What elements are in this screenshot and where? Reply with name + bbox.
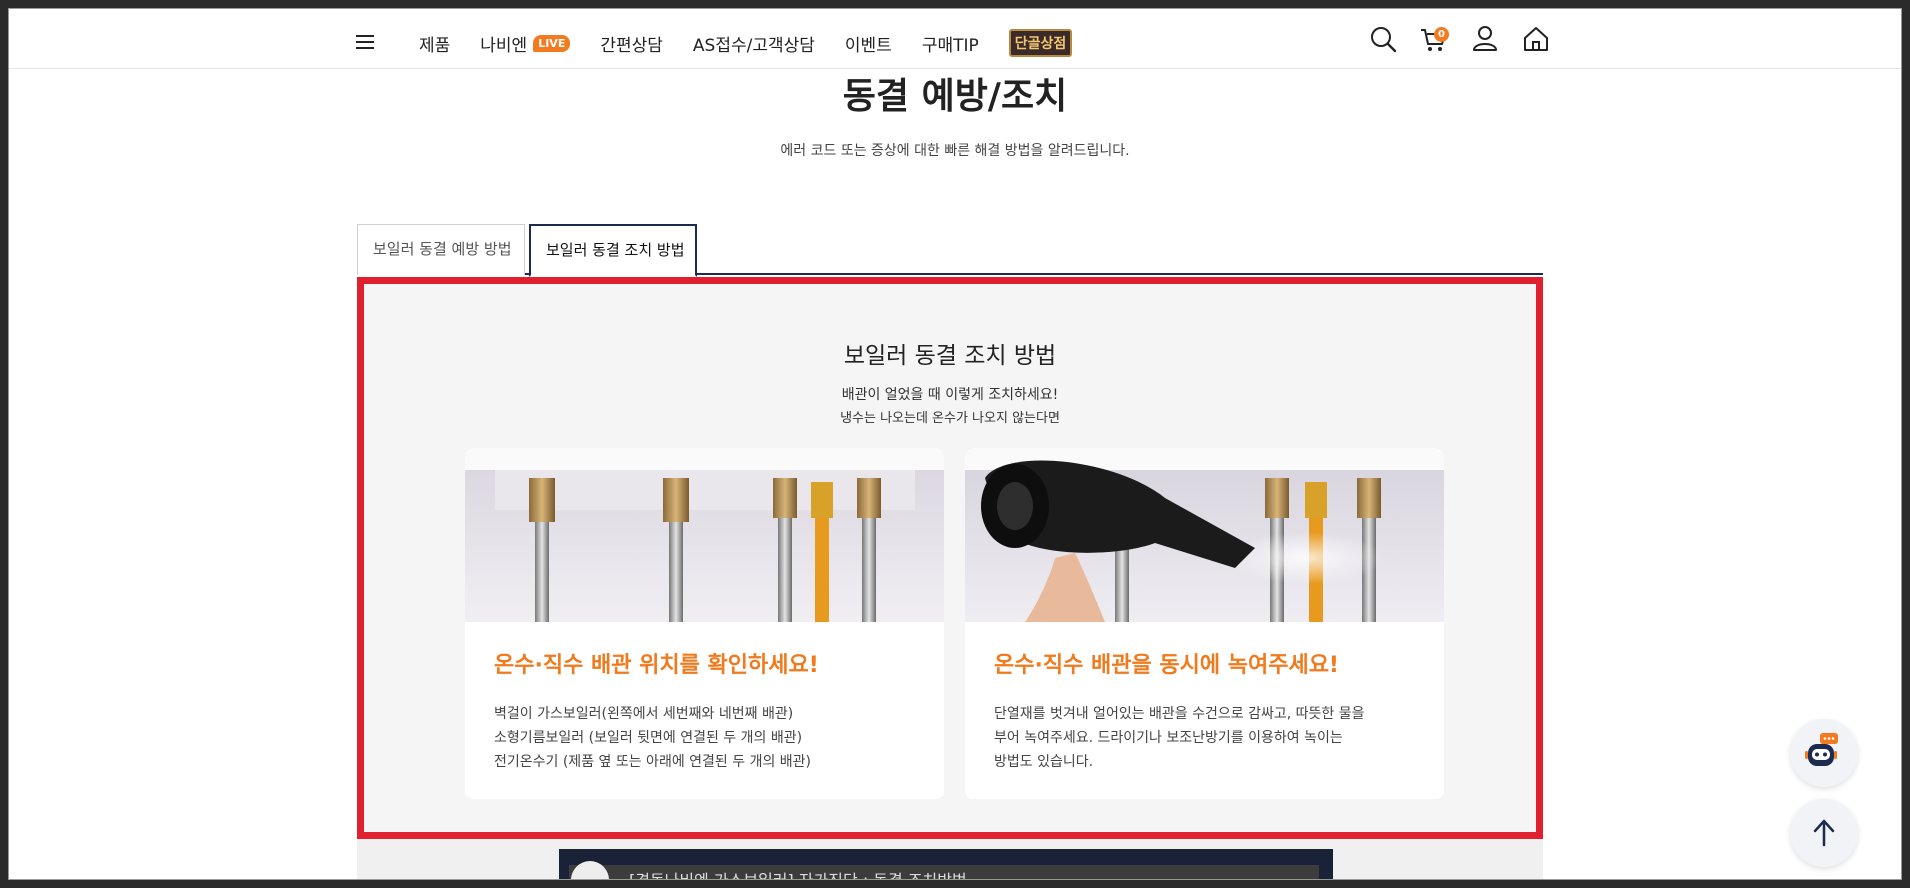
nav-as-support-label: AS접수/고객상담 — [692, 35, 815, 56]
site-header: 제품 나비엔 LIVE 간편상담 AS접수/고객상담 이벤트 구매TIP 단골상점… — [9, 9, 1901, 69]
header-icons: 0 — [1367, 23, 1571, 55]
nav-easy-consult-label: 간편상담 — [600, 35, 663, 56]
nav-events-label: 이벤트 — [844, 35, 892, 56]
video-player[interactable]: [경동나비엔 가스보일러] 자가진단 : 동결 조치방법 — [559, 849, 1333, 879]
card-thaw-pipes: 온수·직수 배관을 동시에 녹여주세요! 단열재를 벗겨내 얼어있는 배관을 수… — [965, 448, 1444, 799]
panel-subtitle-2: 냉수는 나오는데 온수가 나오지 않는다면 — [840, 411, 1060, 426]
page-subtitle: 에러 코드 또는 증상에 대한 빠른 해결 방법을 알려드립니다. — [780, 143, 1130, 159]
tab-bar: 보일러 동결 예방 방법 보일러 동결 조치 방법 — [357, 216, 1543, 277]
home-icon[interactable] — [1520, 23, 1552, 55]
panel-subtitle-1: 배관이 얼었을 때 이렇게 조치하세요! — [841, 387, 1059, 403]
nav-as-support[interactable]: AS접수/고객상담 — [693, 31, 815, 56]
browser-frame: 제품 나비엔 LIVE 간편상담 AS접수/고객상담 이벤트 구매TIP 단골상점… — [8, 8, 1902, 880]
tab-prevention[interactable]: 보일러 동결 예방 방법 — [357, 224, 525, 275]
card-thaw-line-2: 부어 녹여주세요. 드라이기나 보조난방기를 이용하여 녹이는 — [994, 730, 1343, 746]
treatment-panel: 보일러 동결 조치 방법 배관이 얼었을 때 이렇게 조치하세요! 냉수는 나오… — [357, 277, 1543, 839]
boiler-pipes-image — [465, 448, 944, 622]
live-badge: LIVE — [533, 34, 571, 52]
arrow-up-icon — [1813, 819, 1835, 847]
cart-icon[interactable]: 0 — [1418, 23, 1450, 55]
card-text-thaw: 단열재를 벗겨내 얼어있는 배관을 수건으로 감싸고, 따뜻한 물을 부어 녹여… — [994, 702, 1364, 774]
menu-icon[interactable] — [356, 35, 374, 49]
card-check-pipes: 온수·직수 배관 위치를 확인하세요! 벽걸이 가스보일러(왼쪽에서 세번째와 … — [465, 448, 944, 799]
card-title-check: 온수·직수 배관 위치를 확인하세요! — [494, 653, 819, 678]
scroll-top-button[interactable] — [1790, 799, 1858, 867]
search-icon[interactable] — [1367, 23, 1399, 55]
nav-navien-label: 나비엔 — [480, 35, 528, 56]
card-thaw-line-3: 방법도 있습니다. — [994, 754, 1094, 770]
hairdryer-thaw-image — [965, 448, 1444, 622]
card-check-line-2: 소형기름보일러 (보일러 뒷면에 연결된 두 개의 배관) — [494, 730, 803, 746]
video-title[interactable]: [경동나비엔 가스보일러] 자가진단 : 동결 조치방법 — [629, 867, 967, 879]
channel-avatar[interactable] — [571, 861, 609, 879]
user-icon[interactable] — [1469, 23, 1501, 55]
nav-easy-consult[interactable]: 간편상담 — [600, 31, 663, 56]
nav-events[interactable]: 이벤트 — [845, 31, 892, 56]
card-check-line-3: 전기온수기 (제품 옆 또는 아래에 연결된 두 개의 배관) — [494, 754, 812, 770]
cart-count-badge: 0 — [1434, 27, 1449, 42]
nav-products[interactable]: 제품 — [419, 31, 450, 56]
page-title: 동결 예방/조치 — [842, 76, 1068, 117]
nav-navien-live[interactable]: 나비엔 LIVE — [480, 31, 571, 56]
tanggol-store-badge: 단골상점 — [1008, 29, 1073, 57]
card-thaw-line-1: 단열재를 벗겨내 얼어있는 배관을 수건으로 감싸고, 따뜻한 물을 — [994, 706, 1365, 722]
nav-buying-tip-label: 구매TIP — [921, 35, 979, 56]
card-text-check: 벽걸이 가스보일러(왼쪽에서 세번째와 네번째 배관) 소형기름보일러 (보일러… — [494, 702, 811, 774]
nav-tanggol-store[interactable]: 단골상점 — [1008, 29, 1073, 57]
panel-title: 보일러 동결 조치 방법 — [843, 343, 1057, 369]
nav-products-label: 제품 — [419, 35, 451, 56]
nav-buying-tip[interactable]: 구매TIP — [922, 31, 979, 56]
tab-treatment[interactable]: 보일러 동결 조치 방법 — [529, 224, 697, 277]
card-title-thaw: 온수·직수 배관을 동시에 녹여주세요! — [994, 653, 1339, 678]
main-nav: 제품 나비엔 LIVE 간편상담 AS접수/고객상담 이벤트 구매TIP 단골상점 — [419, 29, 1102, 57]
chatbot-icon — [1805, 733, 1838, 766]
card-check-line-1: 벽걸이 가스보일러(왼쪽에서 세번째와 네번째 배관) — [494, 706, 794, 722]
chatbot-button[interactable] — [1790, 719, 1858, 787]
